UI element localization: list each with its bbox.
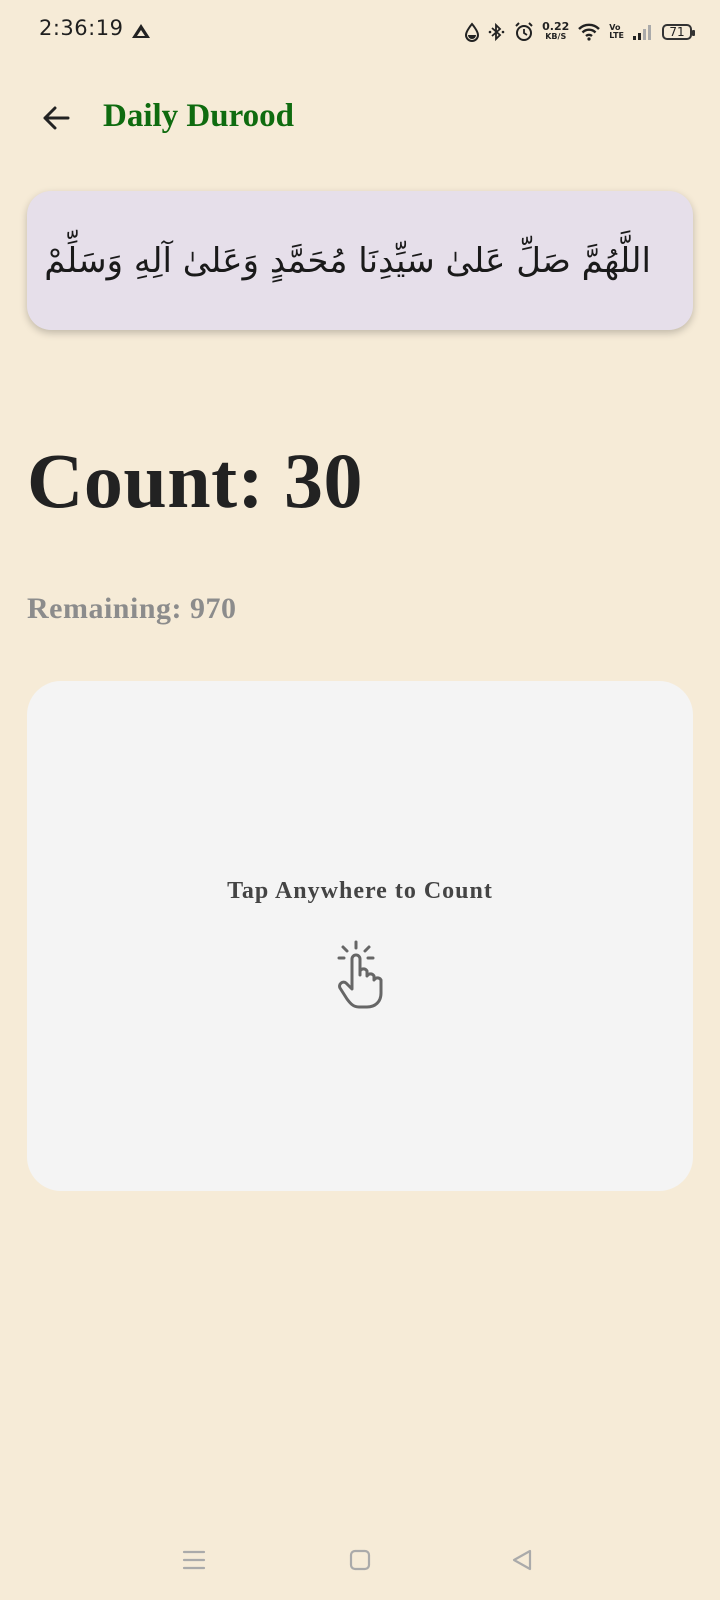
- status-icons: 0.22 KB/S Vo LTE 71: [464, 18, 695, 46]
- network-speed-value: 0.22: [542, 20, 570, 33]
- system-nav-bar: [0, 1530, 720, 1600]
- battery-indicator: 71: [662, 24, 695, 40]
- remaining-label: Remaining: 970: [27, 592, 237, 625]
- network-speed: 0.22 KB/S: [542, 20, 570, 42]
- data-saver-icon: [465, 22, 480, 42]
- home-square-icon: [349, 1549, 371, 1571]
- app-bar: Daily Durood: [0, 80, 720, 156]
- volte-indicator: Vo LTE: [609, 24, 624, 40]
- back-triangle-icon: [512, 1549, 532, 1571]
- status-time: 2:36:19: [39, 16, 124, 40]
- durood-card: اللَّهُمَّ صَلِّ عَلىٰ سَيِّدِنَا مُحَمَ…: [27, 191, 693, 330]
- arrow-left-icon: [43, 106, 70, 130]
- battery-level: 71: [669, 25, 685, 39]
- tap-area[interactable]: Tap Anywhere to Count: [27, 681, 693, 1191]
- tap-hand-icon: [337, 940, 383, 1009]
- menu-icon: [182, 1550, 206, 1570]
- status-bar: 2:36:19 0.22 KB/S Vo LTE 71: [0, 0, 720, 64]
- back-button[interactable]: [30, 92, 82, 144]
- tap-instruction: Tap Anywhere to Count: [227, 878, 493, 904]
- count-label: Count: 30: [27, 437, 364, 524]
- system-back-button[interactable]: [500, 1538, 544, 1582]
- navigation-arrow-icon: [132, 24, 150, 38]
- recent-apps-button[interactable]: [172, 1538, 216, 1582]
- wifi-icon: [578, 23, 601, 41]
- home-button[interactable]: [338, 1538, 382, 1582]
- page-title: Daily Durood: [103, 98, 295, 134]
- volte-bottom: LTE: [609, 31, 624, 40]
- signal-icon: [633, 25, 651, 40]
- alarm-icon: [515, 22, 533, 41]
- bluetooth-icon: [488, 22, 505, 42]
- durood-text: اللَّهُمَّ صَلِّ عَلىٰ سَيِّدِنَا مُحَمَ…: [44, 240, 651, 281]
- network-speed-unit: KB/S: [545, 32, 567, 41]
